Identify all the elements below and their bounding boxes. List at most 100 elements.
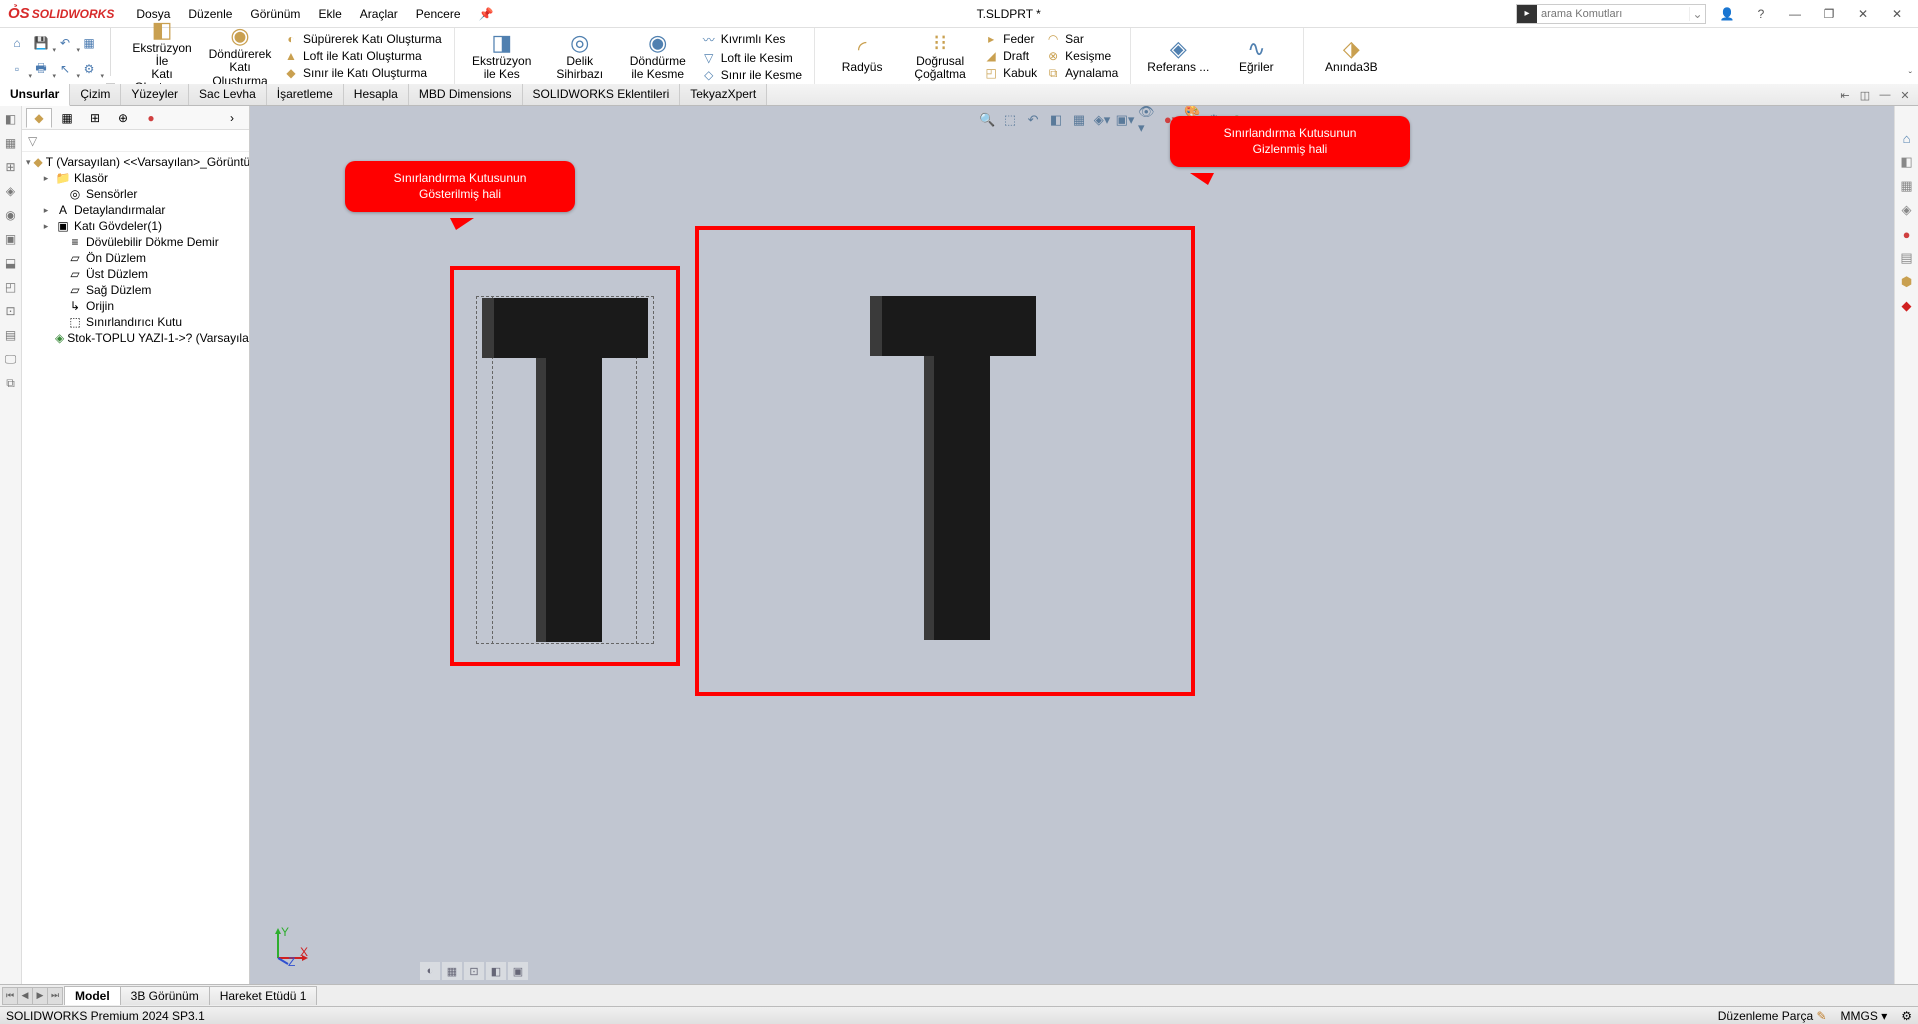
print-icon[interactable]: 🖶▾: [30, 58, 52, 80]
3dview-tab[interactable]: 3B Görünüm: [120, 986, 210, 1005]
view-icon-5[interactable]: ▣: [508, 962, 528, 980]
save-icon[interactable]: 💾▾: [30, 32, 52, 54]
extrude-cut-button[interactable]: ◨Ekstrüzyonile Kes: [463, 29, 541, 83]
zoom-fit-icon[interactable]: 🔍: [977, 110, 997, 130]
rib-button[interactable]: ▸Feder: [979, 31, 1041, 47]
inner-close-button[interactable]: ✕: [1850, 3, 1876, 25]
new-icon[interactable]: ▫▾: [6, 58, 28, 80]
model-tab[interactable]: Model: [64, 986, 121, 1005]
undo-icon[interactable]: ↶▾: [54, 32, 76, 54]
close-button[interactable]: ✕: [1884, 3, 1910, 25]
taskpane-resources-icon[interactable]: ◧: [1897, 152, 1917, 172]
graphics-area[interactable]: 🔍 ⬚ ↶ ◧ ▦ ◈▾ ▣▾ 👁▾ ●▾ 🎨▾ ⚙▾ ◉▾ Sınırland…: [250, 106, 1894, 984]
dock-icon-10[interactable]: ▤: [2, 326, 20, 344]
section-view-icon[interactable]: ◧: [1046, 110, 1066, 130]
help-icon[interactable]: ?: [1748, 3, 1774, 25]
menu-pin[interactable]: 📌: [471, 3, 502, 25]
select-icon[interactable]: ▦: [78, 32, 100, 54]
fillet-button[interactable]: ◜Radyüs: [823, 35, 901, 76]
dock-icon-7[interactable]: ⬓: [2, 254, 20, 272]
maximize-view-icon[interactable]: —: [1876, 86, 1894, 104]
close-view-icon[interactable]: ✕: [1896, 86, 1914, 104]
tree-origin[interactable]: ↳Orijin: [22, 298, 249, 314]
property-tab[interactable]: ▦: [54, 108, 80, 128]
dock-icon-11[interactable]: 🖵: [2, 350, 20, 368]
shell-button[interactable]: ◰Kabuk: [979, 65, 1041, 81]
user-icon[interactable]: 👤: [1714, 3, 1740, 25]
tab-mbd[interactable]: MBD Dimensions: [409, 84, 523, 105]
taskpane-design-icon[interactable]: ▦: [1897, 176, 1917, 196]
menu-window[interactable]: Pencere: [408, 3, 469, 25]
taskpane-props-icon[interactable]: ▤: [1897, 248, 1917, 268]
options-icon[interactable]: ⚙▾: [78, 58, 100, 80]
taskpane-home-icon[interactable]: ⌂: [1897, 128, 1917, 148]
tree-folder[interactable]: ▸📁Klasör: [22, 170, 249, 186]
dock-icon-12[interactable]: ⧉: [2, 374, 20, 392]
tree-annotations[interactable]: ▸ADetaylandırmalar: [22, 202, 249, 218]
status-custom-icon[interactable]: ⚙: [1901, 1009, 1912, 1023]
orientation-triad[interactable]: Y X Z: [270, 926, 310, 966]
instant3d-button[interactable]: ⬗Anında3B: [1312, 35, 1390, 76]
menu-view[interactable]: Görünüm: [242, 3, 308, 25]
loft-cut-button[interactable]: ▽Loft ile Kesim: [697, 50, 806, 66]
view-icon-3[interactable]: ⊡: [464, 962, 484, 980]
dock-icon-1[interactable]: ◧: [2, 110, 20, 128]
tree-top-plane[interactable]: ▱Üst Düzlem: [22, 266, 249, 282]
zoom-area-icon[interactable]: ⬚: [1000, 110, 1020, 130]
tab-sketch[interactable]: Çizim: [70, 84, 121, 105]
minimize-button[interactable]: —: [1782, 3, 1808, 25]
search-input[interactable]: [1537, 8, 1689, 20]
tree-sensors[interactable]: ◎Sensörler: [22, 186, 249, 202]
curves-button[interactable]: ∿Eğriler: [1217, 35, 1295, 76]
tab-features[interactable]: Unsurlar: [0, 84, 70, 106]
tab-next-icon[interactable]: ▶: [32, 987, 48, 1005]
swept-cut-button[interactable]: 〰Kıvrımlı Kes: [697, 30, 806, 49]
tree-material[interactable]: ≡Dövülebilir Dökme Demir: [22, 234, 249, 250]
tree-solid-bodies[interactable]: ▸▣Katı Gövdeler(1): [22, 218, 249, 234]
restore-button[interactable]: ❐: [1816, 3, 1842, 25]
search-dropdown-icon[interactable]: ⌄: [1689, 7, 1705, 21]
feature-tree-tab[interactable]: ◆: [26, 108, 52, 128]
tab-tekyaz[interactable]: TekyazXpert: [680, 84, 767, 105]
hole-wizard-button[interactable]: ◎Delik Sihirbazı: [541, 29, 619, 83]
taskpane-forum-icon[interactable]: ⬢: [1897, 272, 1917, 292]
hide-show-icon[interactable]: 👁▾: [1138, 110, 1158, 130]
split-view-icon[interactable]: ◫: [1856, 86, 1874, 104]
view-icon-1[interactable]: ◐: [420, 962, 440, 980]
revolve-boss-button[interactable]: ◉DöndürerekKatı Oluşturma: [201, 22, 279, 90]
wrap-button[interactable]: ◠Sar: [1041, 31, 1122, 47]
loft-boss-button[interactable]: ▲Loft ile Katı Oluşturma: [279, 48, 446, 64]
sweep-boss-button[interactable]: ◐Süpürerek Katı Oluşturma: [279, 31, 446, 47]
revolve-cut-button[interactable]: ◉Döndürmeile Kesme: [619, 29, 697, 83]
dock-icon-2[interactable]: ▦: [2, 134, 20, 152]
tree-right-plane[interactable]: ▱Sağ Düzlem: [22, 282, 249, 298]
ribbon-collapse-icon[interactable]: ˇ: [1909, 71, 1912, 82]
boundary-boss-button[interactable]: ◆Sınır ile Katı Oluşturma: [279, 65, 446, 81]
dock-icon-6[interactable]: ▣: [2, 230, 20, 248]
taskpane-sw-icon[interactable]: ◆: [1897, 296, 1917, 316]
command-search[interactable]: ▸ ⌄: [1516, 4, 1706, 24]
tab-last-icon[interactable]: ⏭: [47, 987, 63, 1005]
tab-surfaces[interactable]: Yüzeyler: [121, 84, 189, 105]
tab-first-icon[interactable]: ⏮: [2, 987, 18, 1005]
tab-evaluate[interactable]: Hesapla: [344, 84, 409, 105]
dock-icon-5[interactable]: ◉: [2, 206, 20, 224]
motion-study-tab[interactable]: Hareket Etüdü 1: [209, 986, 318, 1005]
tree-root[interactable]: ▾◆T (Varsayılan) <<Varsayılan>_Görüntü: [22, 154, 249, 170]
config-tab[interactable]: ⊞: [82, 108, 108, 128]
tab-markup[interactable]: İşaretleme: [267, 84, 344, 105]
cursor-icon[interactable]: ↖▾: [54, 58, 76, 80]
tree-bounding-box[interactable]: ⬚Sınırlandırıcı Kutu: [22, 314, 249, 330]
draft-button[interactable]: ◢Draft: [979, 48, 1041, 64]
taskpane-view-icon[interactable]: ◈: [1897, 200, 1917, 220]
tab-prev-icon[interactable]: ◀: [17, 987, 33, 1005]
boundary-cut-button[interactable]: ◇Sınır ile Kesme: [697, 67, 806, 83]
tree-front-plane[interactable]: ▱Ön Düzlem: [22, 250, 249, 266]
reference-geom-button[interactable]: ◈Referans ...: [1139, 35, 1217, 76]
dock-icon-9[interactable]: ⊡: [2, 302, 20, 320]
menu-insert[interactable]: Ekle: [310, 3, 349, 25]
panel-expand-icon[interactable]: ›: [219, 108, 245, 128]
intersect-button[interactable]: ⊗Kesişme: [1041, 48, 1122, 64]
home-icon[interactable]: ⌂: [6, 32, 28, 54]
view-icon-4[interactable]: ◧: [486, 962, 506, 980]
